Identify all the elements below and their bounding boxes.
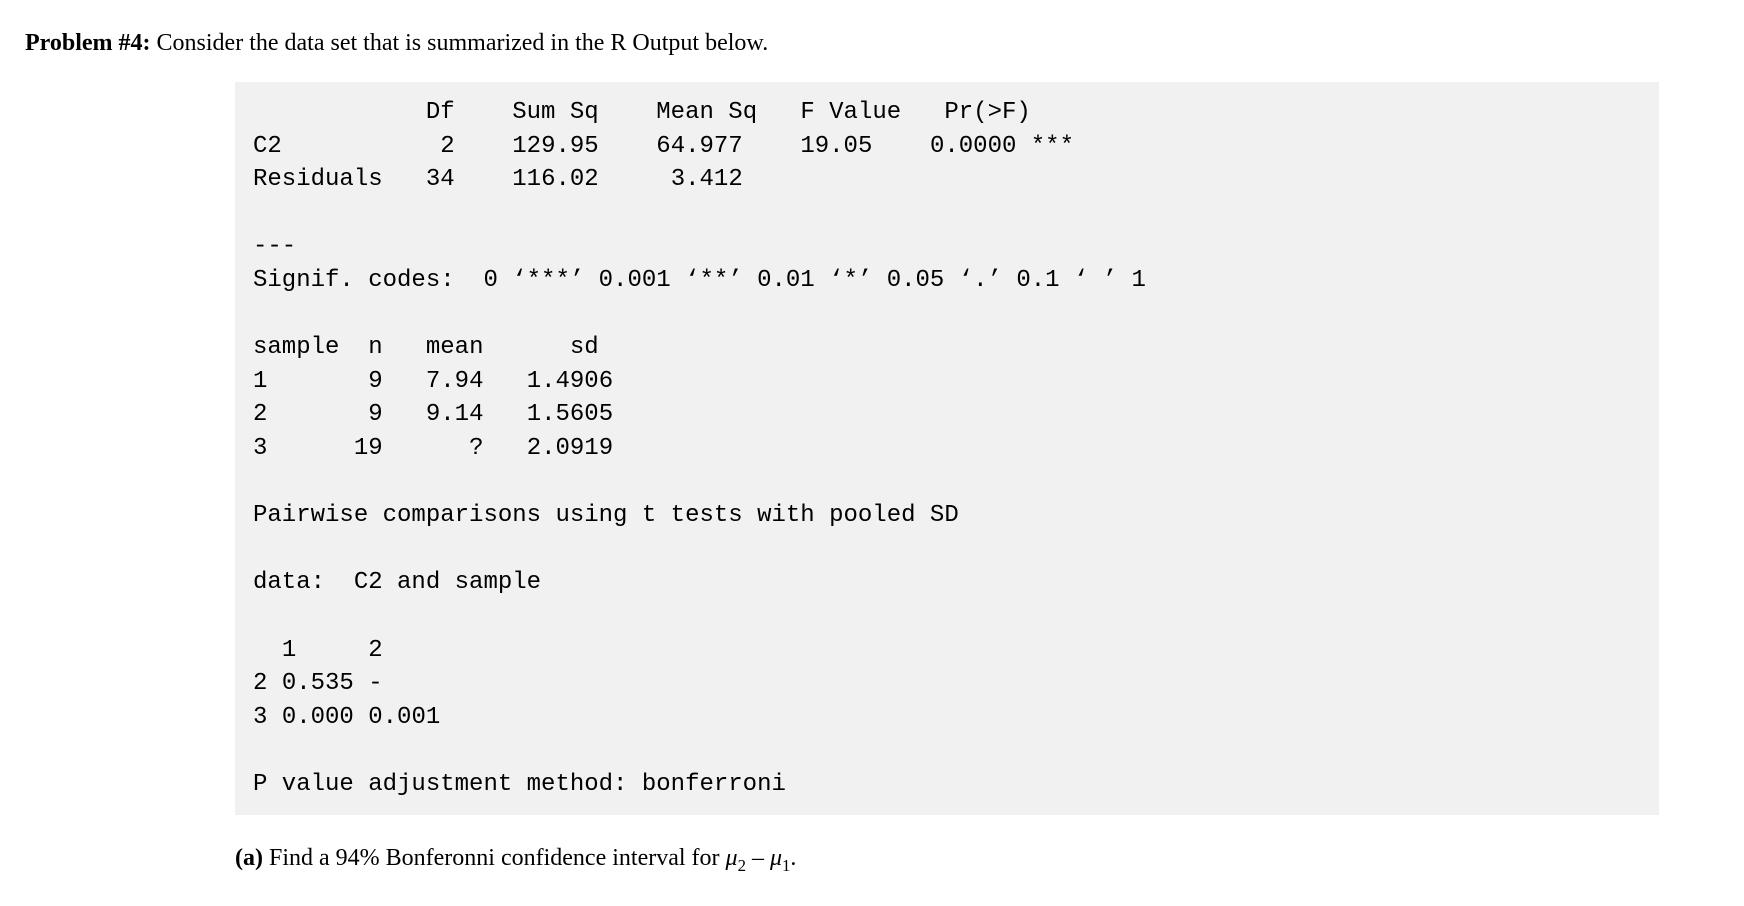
mu1: μ1 [770,845,790,871]
sample-header-row: sample n mean sd [253,334,599,361]
sample-row-1: 1 9 7.94 1.4906 [253,368,613,395]
sample-table: sample n mean sd 1 9 7.94 1.4906 2 9 9.1… [253,334,613,462]
problem-text: Consider the data set that is summarized… [151,30,769,56]
sample-row-2: 2 9 9.14 1.5605 [253,401,613,428]
separator: --- [253,233,296,260]
sub-question-text: Find a 94% Bonferonni confidence interva… [263,845,726,871]
sub-question-label: (a) [235,845,263,871]
anova-row-residuals: Residuals 34 116.02 3.412 [253,166,743,193]
period: . [790,845,796,871]
sub-question-a: (a) Find a 94% Bonferonni confidence int… [235,845,1719,876]
problem-label: Problem #4: [25,30,151,56]
anova-header-row: Df Sum Sq Mean Sq F Value Pr(>F) [253,99,1031,126]
anova-row-c2: C2 2 129.95 64.977 19.05 0.0000 *** [253,133,1074,160]
problem-header: Problem #4: Consider the data set that i… [25,30,1719,57]
pairwise-data-line: data: C2 and sample [253,569,541,596]
anova-table: Df Sum Sq Mean Sq F Value Pr(>F) C2 2 12… [253,99,1074,193]
pvalue-adjust: P value adjustment method: bonferroni [253,771,786,798]
signif-codes: Signif. codes: 0 ‘***’ 0.001 ‘**’ 0.01 ‘… [253,267,1146,294]
r-output-block: Df Sum Sq Mean Sq F Value Pr(>F) C2 2 12… [235,82,1659,815]
sample-row-3: 3 19 ? 2.0919 [253,435,613,462]
pairwise-matrix: 1 2 2 0.535 - 3 0.000 0.001 [253,637,440,731]
mu2: μ2 [726,845,746,871]
minus-sign: – [746,845,770,871]
pairwise-title: Pairwise comparisons using t tests with … [253,502,959,529]
